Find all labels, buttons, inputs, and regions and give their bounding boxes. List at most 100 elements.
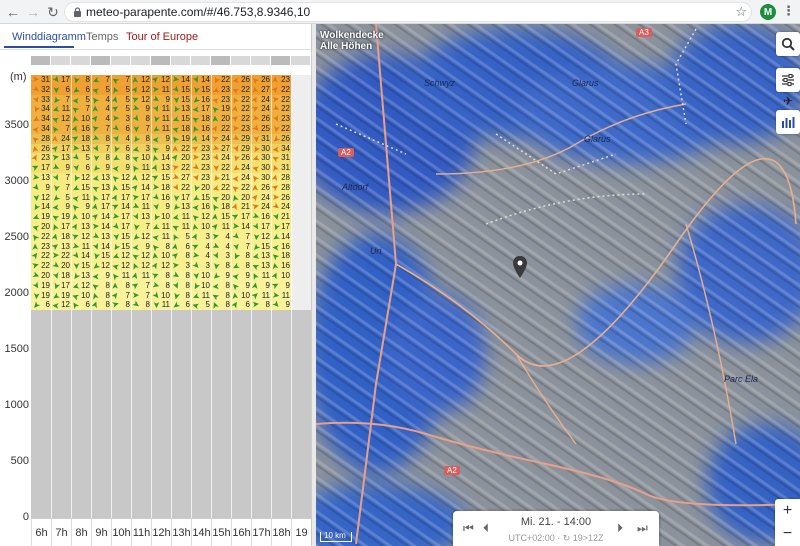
wind-speed-value: 15 <box>161 173 170 182</box>
hour-label[interactable]: 19 <box>291 519 311 546</box>
wind-cell: ➤ 4 <box>211 240 231 252</box>
wind-cell: ➤ 18 <box>269 251 291 263</box>
wind-cell: ➤ 31 <box>251 133 271 144</box>
tab-tour-of-europe[interactable]: Tour of Europe <box>126 31 198 43</box>
hour-label[interactable]: 18h <box>271 519 291 546</box>
search-icon <box>781 37 795 51</box>
wind-cell: ➤ 8 <box>230 251 251 262</box>
wind-cell <box>291 153 311 164</box>
wind-speed-value: 14 <box>281 231 290 241</box>
tab-temps[interactable]: Temps <box>86 31 118 43</box>
wind-speed-value: 12 <box>121 251 130 261</box>
hour-axis: 6h 7h 8h 9h 10h 11h 12h 13h 14h 15h 16h 17h 18h 19 <box>31 518 311 546</box>
tab-winddiagramm[interactable]: Winddiagramm <box>12 31 86 43</box>
hour-label[interactable]: 12h <box>151 519 171 546</box>
hour-label[interactable]: 16h <box>231 519 251 546</box>
wind-speed-value: 17 <box>141 192 150 202</box>
forward-button[interactable]: → <box>22 1 44 23</box>
wind-cell: ➤ 8 <box>110 153 131 165</box>
wind-speed-value: 11 <box>261 290 270 300</box>
map-view[interactable]: Wolkendecke Alle Höhen Schwyz Glarus Alt… <box>316 24 800 546</box>
hour-label[interactable]: 7h <box>51 519 71 546</box>
chart-view-button[interactable] <box>776 110 800 134</box>
wind-cell: ➤ 22 <box>230 84 251 97</box>
wind-speed-value: 14 <box>201 133 210 143</box>
reload-button[interactable]: ↻ <box>42 1 64 23</box>
wind-speed-value: 14 <box>241 222 250 231</box>
location-pin-icon[interactable] <box>513 256 527 278</box>
wind-cell: ➤ 32 <box>30 83 51 95</box>
wind-speed-value: 9 <box>165 94 170 104</box>
bookmark-star-icon[interactable]: ☆ <box>735 4 747 20</box>
tab-divider <box>0 49 311 50</box>
wind-arrow-icon: ➤ <box>191 271 203 281</box>
wind-cell: ➤ 14 <box>190 74 211 85</box>
wind-arrow-icon: ➤ <box>151 301 162 310</box>
step-forward-button[interactable]: ⏵ <box>617 521 623 536</box>
cloud-strip-cell <box>151 56 171 65</box>
wind-cell: ➤ 8 <box>231 261 251 273</box>
wind-speed-value: 24 <box>261 192 270 202</box>
map-layers-button[interactable] <box>776 68 800 92</box>
time-control: ⏮ ⏴ Mi. 21. - 14:00 UTC+02:00 · ↻ 19>12Z… <box>453 511 659 546</box>
wind-cell: ➤ 22 <box>170 181 191 193</box>
skip-last-button[interactable]: ⏭ <box>637 521 648 536</box>
wind-cell: ➤ 9 <box>69 202 91 214</box>
wind-cell: ➤ 7 <box>49 124 71 135</box>
wind-speed-value: 17 <box>61 75 70 84</box>
wind-cell: ➤ 8 <box>130 133 151 145</box>
wind-cell: ➤ 8 <box>91 132 111 144</box>
wind-cell: ➤ 9 <box>270 299 291 311</box>
wind-cell <box>291 94 311 105</box>
wind-cell: ➤ 8 <box>171 280 191 291</box>
zoom-out-button[interactable]: − <box>775 522 800 545</box>
wind-cell: ➤ 18 <box>51 271 71 281</box>
plane-icon[interactable]: ✈ <box>776 94 800 108</box>
wind-cell: ➤ 9 <box>210 270 231 283</box>
wind-speed-value: 8 <box>185 271 190 280</box>
wind-diagram-panel: Winddiagramm Temps Tour of Europe (m) 35… <box>0 24 311 546</box>
wind-speed-value: 13 <box>61 241 70 251</box>
wind-speed-value: 16 <box>281 261 290 271</box>
wind-speed-value: 8 <box>165 280 170 290</box>
hour-label[interactable]: 6h <box>31 519 51 546</box>
hour-label[interactable]: 11h <box>131 519 151 546</box>
hour-label[interactable]: 10h <box>111 519 131 546</box>
wind-speed-value: 21 <box>281 212 290 222</box>
wind-cell: ➤ 29 <box>230 132 251 144</box>
hour-label[interactable]: 14h <box>191 519 211 546</box>
back-button[interactable]: ← <box>2 1 24 23</box>
wind-cell <box>291 261 311 271</box>
y-tick-label: 3000 <box>4 175 29 188</box>
forecast-datetime[interactable]: Mi. 21. - 14:00 <box>453 516 659 528</box>
wind-speed-value: 19 <box>41 290 50 300</box>
hour-label[interactable]: 9h <box>91 519 111 546</box>
wind-speed-value: 14 <box>81 251 90 261</box>
wind-cell: ➤ 11 <box>109 270 131 283</box>
hour-label[interactable]: 17h <box>251 519 271 546</box>
hour-label[interactable]: 8h <box>71 519 91 546</box>
wind-cell: ➤ 19 <box>209 104 231 116</box>
wind-speed-value: 6 <box>245 300 250 310</box>
hour-label[interactable]: 15h <box>211 519 231 546</box>
zoom-in-button[interactable]: + <box>775 499 800 522</box>
address-bar[interactable]: meteo-parapente.com/#/46.753,8.9346,10 ☆ <box>64 2 752 22</box>
wind-cell: ➤ 23 <box>211 84 231 97</box>
wind-speed-value: 20 <box>61 261 70 271</box>
wind-speed-value: 22 <box>41 251 50 261</box>
browser-menu-icon[interactable]: ⋮ <box>782 3 795 19</box>
wind-cell: ➤ 29 <box>231 143 251 153</box>
wind-speed-value: 22 <box>281 124 290 133</box>
column-separator <box>191 75 192 518</box>
wind-cell: ➤ 6 <box>71 163 91 173</box>
wind-cell: ➤ 11 <box>151 231 171 243</box>
avatar[interactable]: M <box>760 4 776 20</box>
wind-cell <box>291 133 311 144</box>
wind-cell: ➤ 23 <box>270 113 291 124</box>
map-search-button[interactable] <box>776 32 800 56</box>
wind-speed-value: 27 <box>181 173 190 182</box>
hour-label[interactable]: 13h <box>171 519 191 546</box>
wind-speed-value: 22 <box>241 104 250 114</box>
wind-speed-value: 23 <box>281 75 290 84</box>
wind-cell: ➤ 13 <box>130 211 151 222</box>
